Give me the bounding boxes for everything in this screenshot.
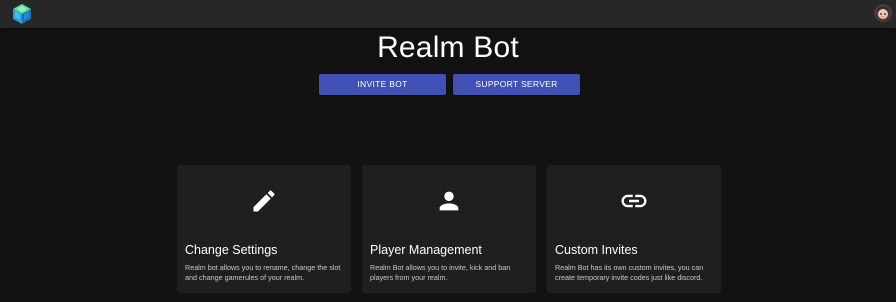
feature-card-player-management: Player Management Realm Bot allows you t… xyxy=(362,165,536,293)
feature-description: Realm Bot has its own custom invites, yo… xyxy=(555,263,704,282)
page-title: Realm Bot xyxy=(377,31,519,64)
person-icon xyxy=(362,187,536,215)
feature-title: Custom Invites xyxy=(555,243,638,257)
realm-cube-icon[interactable] xyxy=(11,3,33,25)
feature-description: Realm bot allows you to rename, change t… xyxy=(185,263,341,282)
feature-title: Change Settings xyxy=(185,243,278,257)
invite-bot-button[interactable]: INVITE BOT xyxy=(319,74,446,95)
top-app-bar xyxy=(0,0,896,28)
feature-card-change-settings: Change Settings Realm bot allows you to … xyxy=(177,165,351,293)
support-server-button[interactable]: SUPPORT SERVER xyxy=(453,74,580,95)
feature-description: Realm Bot allows you to invite, kick and… xyxy=(370,263,511,282)
feature-title: Player Management xyxy=(370,243,482,257)
link-icon xyxy=(547,187,721,215)
feature-card-custom-invites: Custom Invites Realm Bot has its own cus… xyxy=(547,165,721,293)
pencil-icon xyxy=(177,187,351,215)
user-avatar-icon[interactable] xyxy=(874,4,892,22)
